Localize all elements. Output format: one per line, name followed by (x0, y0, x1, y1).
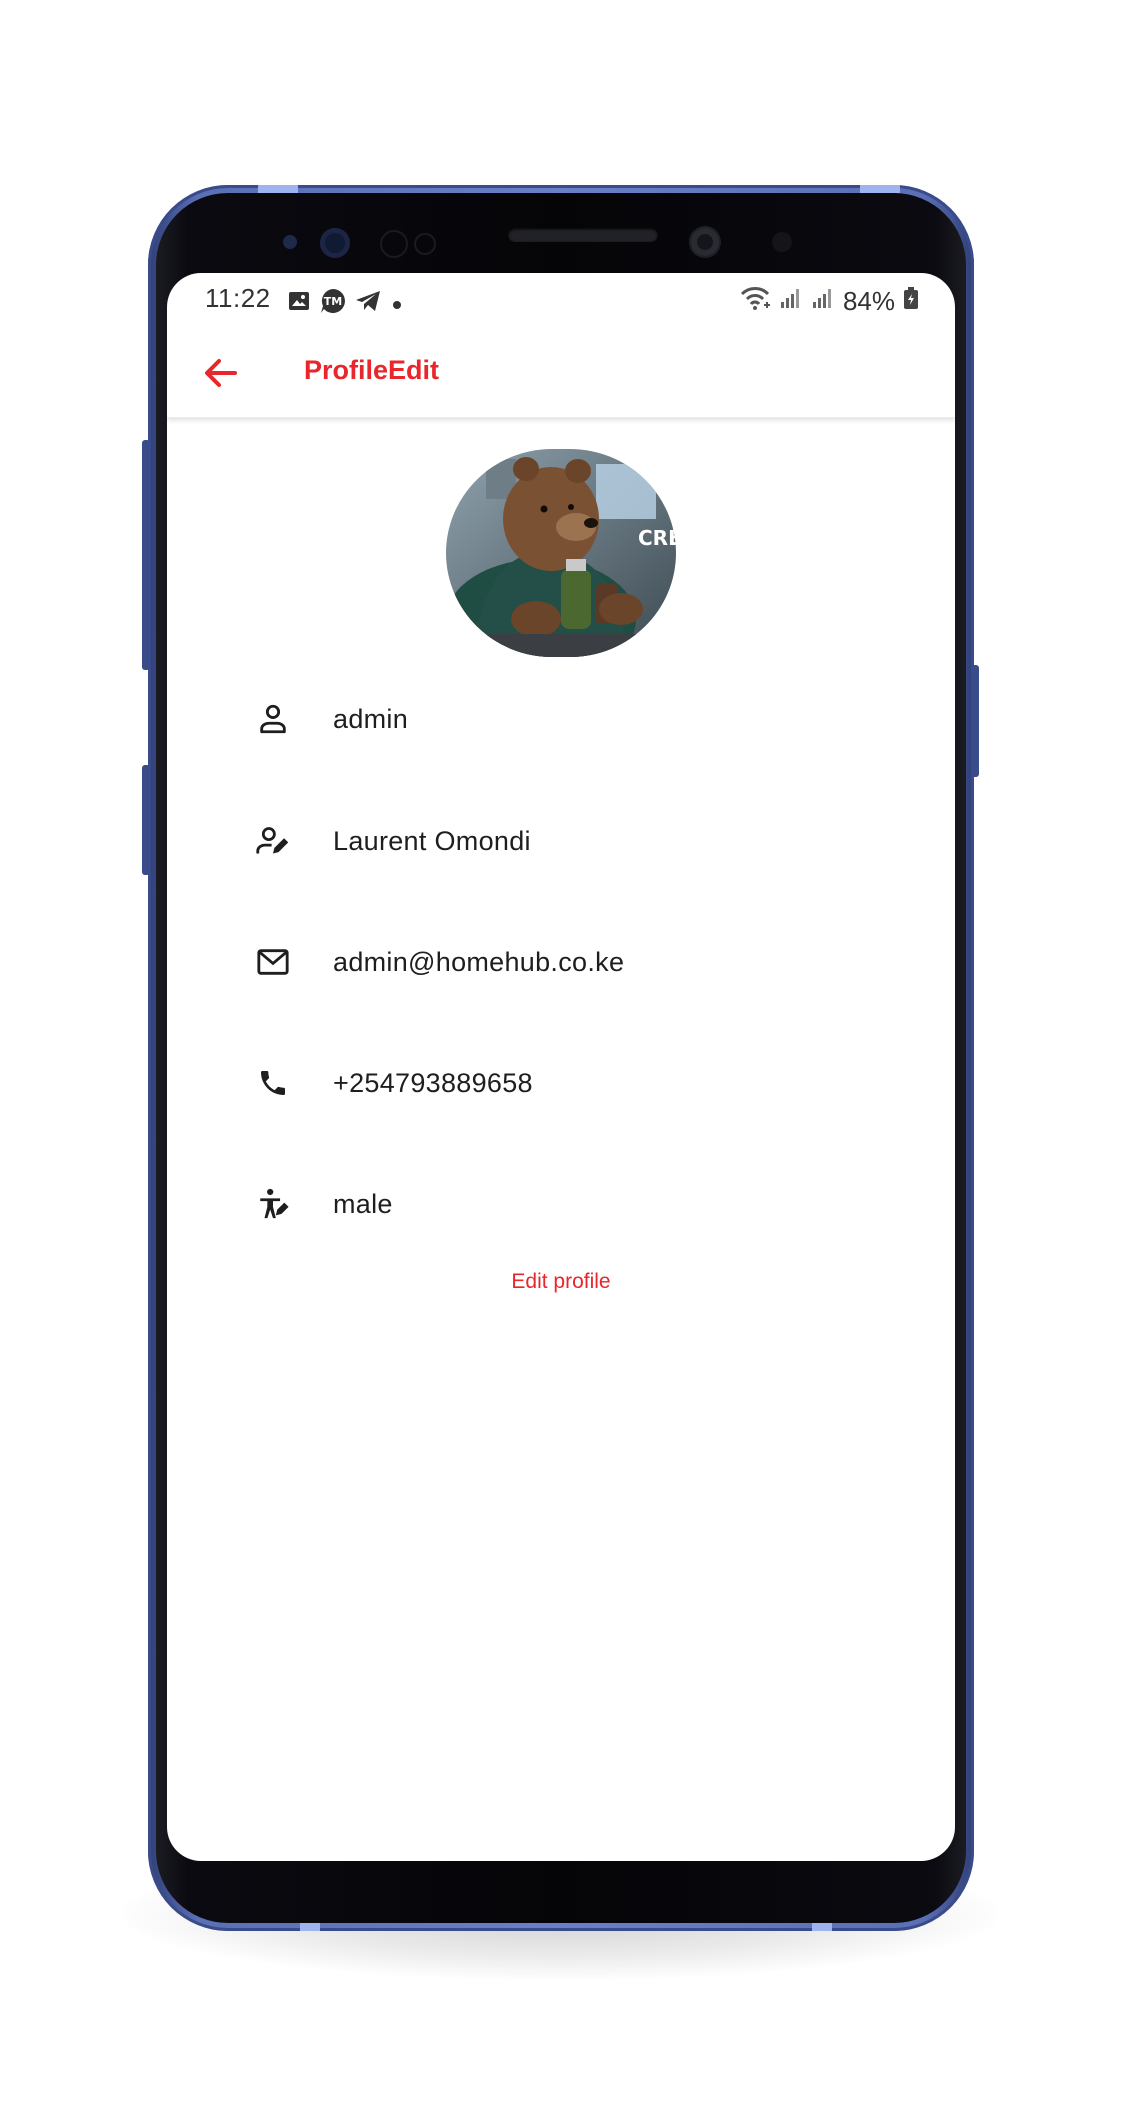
email-row: admin@homehub.co.ke (253, 932, 893, 992)
gender-row: male (253, 1174, 893, 1234)
avatar-poster-text: CREA (638, 526, 676, 550)
gender-value: male (333, 1188, 393, 1219)
power-button (971, 665, 979, 777)
frame-highlight (812, 1923, 832, 1931)
earpiece-speaker (508, 228, 658, 242)
person-edit-icon (253, 821, 293, 861)
avatar[interactable]: CREA (446, 449, 676, 657)
sensor-icon (414, 233, 436, 255)
sensor-icon (283, 235, 297, 249)
phone-icon (253, 1063, 293, 1103)
phone-value: +254793889658 (333, 1067, 533, 1098)
mail-icon (253, 942, 293, 982)
username-value: admin (333, 703, 409, 734)
status-time: 11:22 (205, 283, 271, 313)
notification-icons: TM (287, 287, 405, 322)
username-row: admin (253, 689, 893, 749)
avatar-image: CREA (446, 449, 676, 657)
edit-profile-link[interactable]: Edit profile (167, 1270, 955, 1294)
dot-icon (389, 289, 405, 320)
arrow-back-icon (205, 359, 237, 387)
system-icons: 84% (739, 285, 919, 318)
gender-icon (253, 1184, 293, 1224)
signal-icon (779, 286, 803, 317)
fullname-value: Laurent Omondi (333, 825, 531, 856)
page-title: ProfileEdit (304, 355, 440, 385)
telegram-icon (355, 289, 381, 320)
sensor-icon (772, 232, 792, 252)
frame-highlight (300, 1923, 320, 1931)
tm-icon: TM (319, 287, 347, 322)
frame-highlight (860, 185, 900, 193)
sensor-icon (380, 230, 408, 258)
app-bar: ProfileEdit (167, 329, 955, 418)
person-icon (253, 699, 293, 739)
battery-icon (903, 286, 919, 317)
email-value: admin@homehub.co.ke (333, 946, 625, 977)
frame-highlight (258, 185, 298, 193)
iris-camera-icon (320, 228, 350, 258)
phone-screen: 11:22 TM 84% ProfileEdit CRE admin Laure… (167, 273, 955, 1861)
wifi-icon (739, 285, 771, 318)
battery-percent: 84% (842, 286, 895, 316)
bixby-button (142, 765, 150, 875)
front-camera-icon (691, 228, 719, 256)
svg-text:TM: TM (324, 295, 342, 308)
back-button[interactable] (199, 351, 243, 395)
volume-button (142, 440, 150, 670)
fullname-row: Laurent Omondi (253, 811, 893, 871)
signal-icon (811, 286, 835, 317)
status-bar: 11:22 TM 84% (167, 273, 955, 329)
image-icon (287, 289, 311, 320)
phone-row: +254793889658 (253, 1053, 893, 1113)
